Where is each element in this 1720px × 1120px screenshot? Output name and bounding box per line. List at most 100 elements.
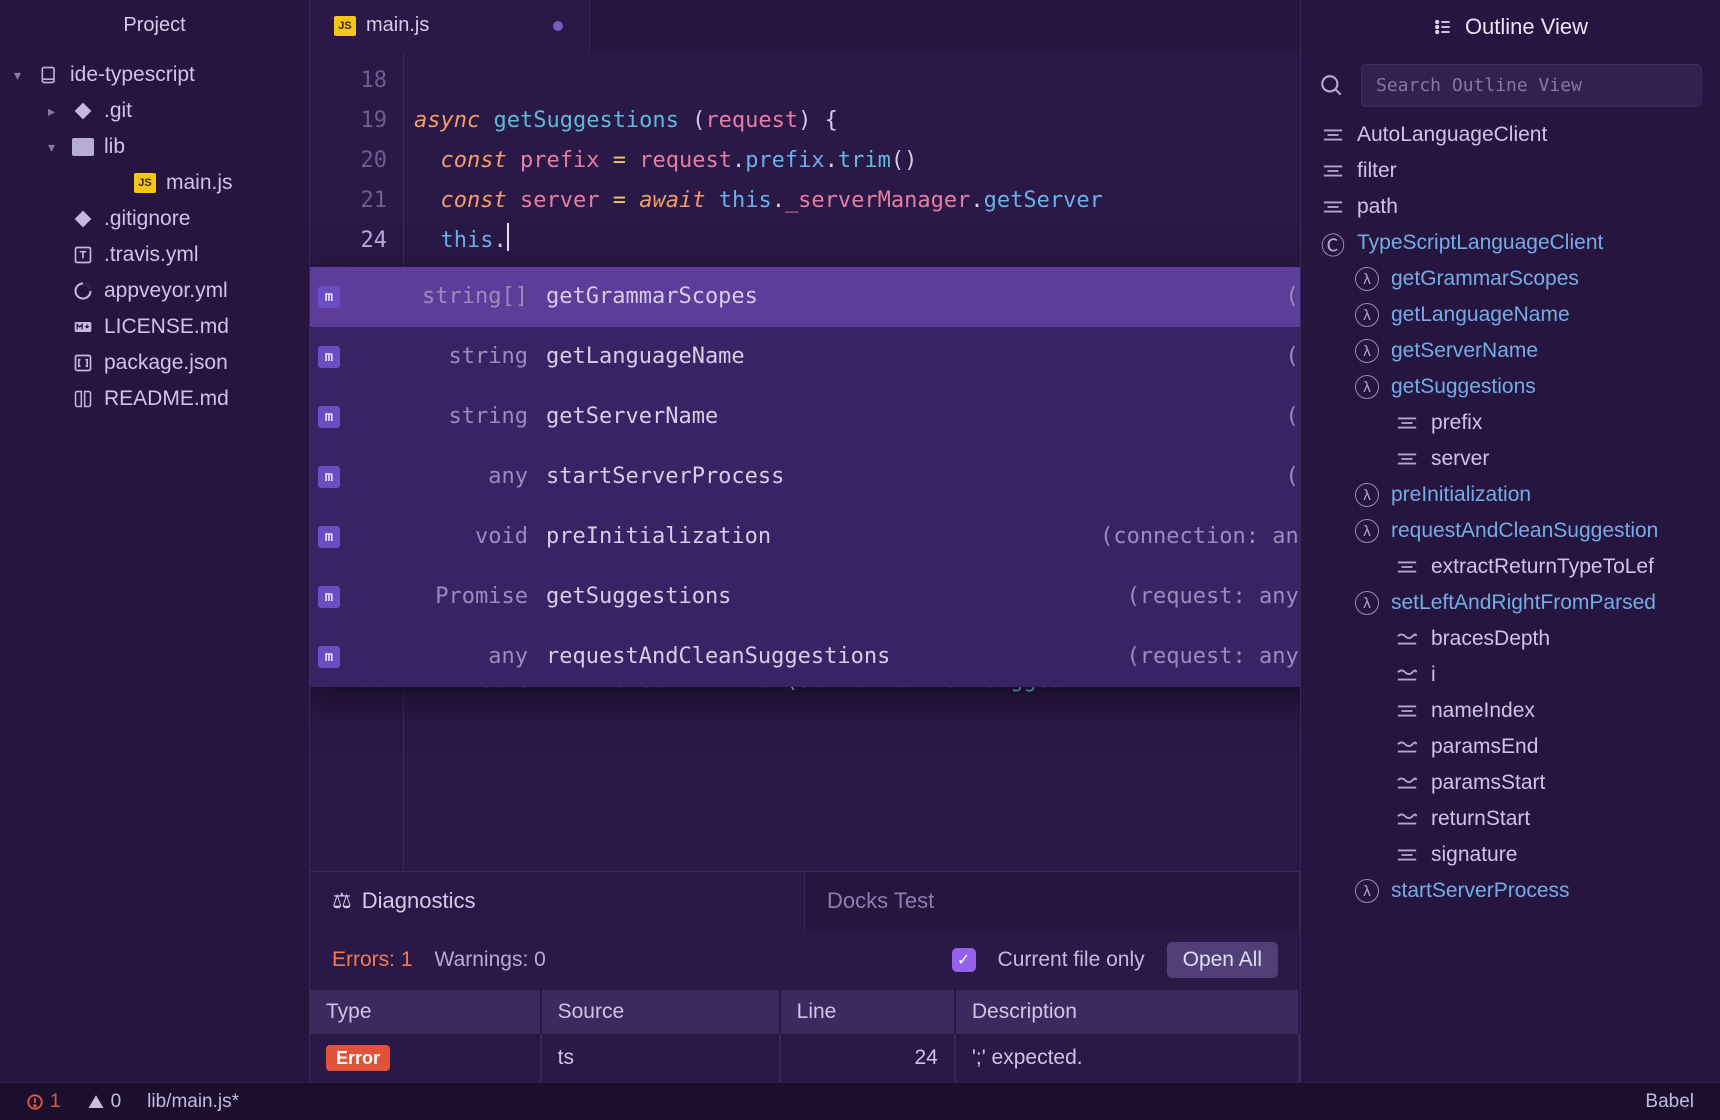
editor-body[interactable]: 181920212433343536 async getSuggestions … [310, 51, 1300, 871]
suggestion-signature: (request: any) [1127, 577, 1300, 617]
outline-list: AutoLanguageClientfilter path Ⓒ TypeScriptL… [1301, 117, 1720, 1082]
outline-item[interactable]: returnStart [1301, 801, 1720, 837]
outline-label: returnStart [1431, 807, 1530, 831]
outline-item[interactable]: λgetSuggestions [1301, 369, 1720, 405]
tab-label: main.js [366, 14, 429, 37]
diag-col[interactable]: Source [541, 990, 780, 1034]
outline-item[interactable]: paramsStart [1301, 765, 1720, 801]
let-icon [1395, 663, 1419, 687]
outline-item[interactable]: path [1301, 189, 1720, 225]
outline-item[interactable]: λstartServerProcess [1301, 873, 1720, 909]
outline-label: path [1357, 195, 1398, 219]
suggestion-signature: (connection: any [1100, 517, 1300, 557]
diag-row[interactable]: Error ts 24 ';' expected. [310, 1034, 1299, 1082]
outline-item[interactable]: paramsEnd [1301, 729, 1720, 765]
autocomplete-item[interactable]: m string getServerName () [310, 387, 1300, 447]
outline-item[interactable]: λgetGrammarScopes [1301, 261, 1720, 297]
tree-item[interactable]: .travis.yml [0, 237, 309, 273]
suggestion-type: string [358, 397, 528, 437]
outline-label: nameIndex [1431, 699, 1535, 723]
file-icon [72, 209, 94, 229]
outline-item[interactable]: AutoLanguageClient [1301, 117, 1720, 153]
tree-item-label: README.md [104, 387, 229, 411]
suggestion-type: string[] [358, 277, 528, 317]
outline-item[interactable]: λrequestAndCleanSuggestion [1301, 513, 1720, 549]
tree-item[interactable]: .gitignore [0, 201, 309, 237]
variable-icon [1321, 159, 1345, 183]
tab-docks-test[interactable]: Docks Test [805, 872, 1300, 930]
tree-item[interactable]: README.md [0, 381, 309, 417]
suggestion-name: requestAndCleanSuggestions [546, 637, 1109, 677]
function-icon: λ [1355, 483, 1379, 507]
diag-col[interactable]: Description [955, 990, 1299, 1034]
outline-item[interactable]: λgetLanguageName [1301, 297, 1720, 333]
diag-col[interactable]: Type [310, 990, 541, 1034]
outline-label: getServerName [1391, 339, 1538, 363]
tree-item[interactable]: ▾lib [0, 129, 309, 165]
autocomplete-item[interactable]: m string getLanguageName () [310, 327, 1300, 387]
status-errors[interactable]: 1 [26, 1091, 61, 1113]
outline-item[interactable]: extractReturnTypeToLef [1301, 549, 1720, 585]
tree-root-label: ide-typescript [70, 63, 195, 87]
suggestion-name: getGrammarScopes [546, 277, 1268, 317]
warnings-count: Warnings: 0 [435, 948, 546, 972]
function-icon: λ [1355, 591, 1379, 615]
current-file-checkbox[interactable]: ✓ [952, 948, 976, 972]
tab-diagnostics[interactable]: ⚖ Diagnostics [310, 872, 805, 930]
let-icon [1395, 627, 1419, 651]
outline-item[interactable]: Ⓒ TypeScriptLanguageClient [1301, 225, 1720, 261]
suggestion-type: any [358, 457, 528, 497]
autocomplete-item[interactable]: m Promise getSuggestions (request: any) [310, 567, 1300, 627]
method-badge-icon: m [318, 406, 340, 428]
outline-item[interactable]: filter [1301, 153, 1720, 189]
suggestion-signature: () [1286, 277, 1301, 317]
outline-item[interactable]: signature [1301, 837, 1720, 873]
open-all-button[interactable]: Open All [1167, 942, 1278, 978]
tree-item-label: .gitignore [104, 207, 190, 231]
method-badge-icon: m [318, 466, 340, 488]
outline-item[interactable]: λ setLeftAndRightFromParsed [1301, 585, 1720, 621]
outline-title: Outline View [1301, 0, 1720, 54]
outline-item[interactable]: i [1301, 657, 1720, 693]
tree-item-label: .git [104, 99, 132, 123]
outline-item[interactable]: nameIndex [1301, 693, 1720, 729]
suggestion-signature: () [1286, 397, 1301, 437]
autocomplete-item[interactable]: m any requestAndCleanSuggestions (reques… [310, 627, 1300, 687]
tree-item[interactable]: JSmain.js [0, 165, 309, 201]
project-panel: Project ▾ ide-typescript ▸.git▾libJSmain… [0, 0, 310, 1082]
tree-item[interactable]: appveyor.yml [0, 273, 309, 309]
tree-item[interactable]: LICENSE.md [0, 309, 309, 345]
tab-main-js[interactable]: JS main.js [310, 0, 590, 51]
outline-label: extractReturnTypeToLef [1431, 555, 1654, 579]
diag-col[interactable]: Line [780, 990, 955, 1034]
tree-root[interactable]: ▾ ide-typescript [0, 57, 309, 93]
tree-item[interactable]: ▸.git [0, 93, 309, 129]
autocomplete-item[interactable]: m string[] getGrammarScopes () [310, 267, 1300, 327]
outline-label: prefix [1431, 411, 1482, 435]
tree-item-label: package.json [104, 351, 228, 375]
outline-item[interactable]: bracesDepth [1301, 621, 1720, 657]
outline-label: setLeftAndRightFromParsed [1391, 591, 1656, 615]
outline-item[interactable]: prefix [1301, 405, 1720, 441]
tree-item-label: lib [104, 135, 125, 159]
status-language[interactable]: Babel [1645, 1091, 1694, 1113]
tree-item[interactable]: package.json [0, 345, 309, 381]
outline-label: bracesDepth [1431, 627, 1550, 651]
autocomplete-item[interactable]: m any startServerProcess () [310, 447, 1300, 507]
status-path[interactable]: lib/main.js* [147, 1091, 239, 1113]
status-warnings[interactable]: 0 [87, 1091, 122, 1113]
outline-search-input[interactable] [1361, 64, 1702, 107]
outline-item[interactable]: λgetServerName [1301, 333, 1720, 369]
tree-item-label: main.js [166, 171, 233, 195]
method-badge-icon: m [318, 646, 340, 668]
error-circle-icon [26, 1093, 44, 1111]
tree-item-label: .travis.yml [104, 243, 199, 267]
file-icon [72, 137, 94, 157]
suggestion-name: startServerProcess [546, 457, 1268, 497]
outline-item[interactable]: server [1301, 441, 1720, 477]
outline-label: TypeScriptLanguageClient [1357, 231, 1603, 255]
autocomplete-item[interactable]: m void preInitialization (connection: an… [310, 507, 1300, 567]
class-icon: Ⓒ [1321, 231, 1345, 255]
outline-item[interactable]: λpreInitialization [1301, 477, 1720, 513]
let-icon [1395, 735, 1419, 759]
